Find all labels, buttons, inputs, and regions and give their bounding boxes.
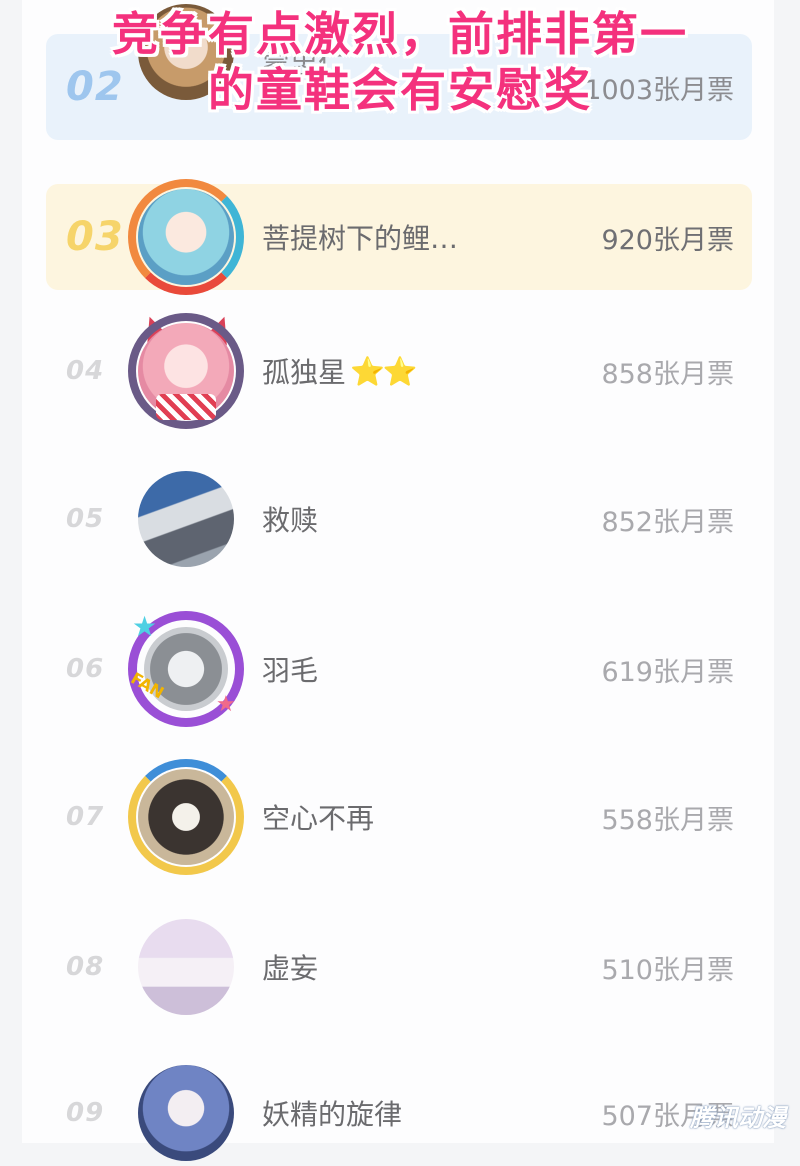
- user-name[interactable]: 孤独星 ⭐⭐: [262, 318, 418, 424]
- vote-count: 510张月票: [601, 954, 734, 986]
- ranking-row-04[interactable]: 04 孤独星 ⭐⭐ 858张月票: [46, 312, 752, 429]
- rank-number: 08: [66, 952, 105, 982]
- rank-number: 03: [66, 214, 124, 260]
- caption-line-2: 的童鞋会有安慰奖: [208, 63, 592, 117]
- vote-count: 858张月票: [601, 358, 734, 390]
- vote-count: 920张月票: [601, 224, 734, 256]
- user-name-text: 孤独星: [262, 356, 347, 389]
- user-avatar[interactable]: [138, 189, 234, 285]
- bow-icon: [156, 394, 216, 420]
- rank-number: 09: [66, 1098, 105, 1128]
- watermark-logo: 腾讯动漫: [690, 1104, 786, 1132]
- overlay-caption: 竞争有点激烈，前排非第一 的童鞋会有安慰奖: [0, 6, 800, 118]
- user-name[interactable]: 空心不再: [262, 764, 374, 870]
- user-name[interactable]: 虚妄: [262, 914, 318, 1020]
- star-decoration-icon: ★: [216, 692, 236, 717]
- user-avatar[interactable]: [138, 1065, 234, 1161]
- user-avatar[interactable]: [138, 919, 234, 1015]
- vote-count: 852张月票: [601, 506, 734, 538]
- ranking-row-08[interactable]: 08 虚妄 510张月票: [46, 914, 752, 1020]
- caption-line-1: 竞争有点激烈，前排非第一: [112, 7, 688, 61]
- ranking-row-06[interactable]: 06 ★ ★ FAN 羽毛 619张月票: [46, 610, 752, 727]
- rank-number: 05: [66, 504, 105, 534]
- user-name[interactable]: 妖精的旋律: [262, 1060, 402, 1166]
- ranking-row-07[interactable]: 07 空心不再 558张月票: [46, 759, 752, 875]
- user-name[interactable]: 菩提树下的鲤…: [262, 184, 458, 290]
- rank-number: 06: [66, 654, 105, 684]
- ranking-row-03[interactable]: 03 菩提树下的鲤… 920张月票: [46, 179, 752, 295]
- user-avatar[interactable]: [138, 769, 234, 865]
- rank-number: 07: [66, 802, 105, 832]
- user-name[interactable]: 羽毛: [262, 616, 318, 722]
- user-avatar[interactable]: [138, 471, 234, 567]
- rank-number: 04: [66, 356, 105, 386]
- vote-count: 619张月票: [601, 656, 734, 688]
- star-decoration-icon: ★: [132, 610, 158, 643]
- ranking-row-05[interactable]: 05 救赎 852张月票: [46, 466, 752, 572]
- user-name[interactable]: 救赎: [262, 466, 318, 572]
- star-badge-icon: ⭐⭐: [350, 354, 418, 388]
- ranking-row-09[interactable]: 09 妖精的旋律 507张月票: [46, 1060, 752, 1166]
- vote-count: 558张月票: [601, 804, 734, 836]
